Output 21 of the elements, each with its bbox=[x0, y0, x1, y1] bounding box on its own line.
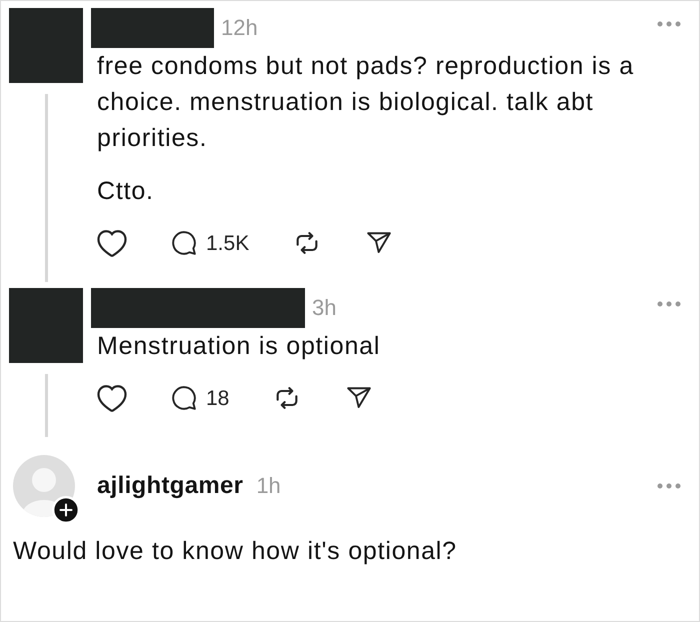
post-time: 3h bbox=[312, 297, 336, 319]
heart-icon[interactable] bbox=[97, 230, 127, 256]
send-icon[interactable] bbox=[345, 385, 374, 411]
comment-icon bbox=[171, 385, 197, 411]
more-icon[interactable] bbox=[657, 21, 681, 27]
heart-icon[interactable] bbox=[97, 384, 127, 412]
more-icon[interactable] bbox=[657, 301, 681, 307]
post-time: 1h bbox=[256, 475, 281, 497]
thread-line bbox=[44, 374, 48, 437]
post-text: Would love to know how it's optional? bbox=[13, 536, 458, 567]
post-text: Ctto. bbox=[97, 176, 155, 207]
send-icon[interactable] bbox=[365, 230, 394, 256]
post-time: 12h bbox=[221, 17, 258, 39]
post-text: free condoms but not pads? reproduction is a choice. menstruation is biological. talk abt priorities. bbox=[97, 51, 635, 154]
plus-badge-icon[interactable] bbox=[52, 496, 80, 524]
more-icon[interactable] bbox=[657, 483, 681, 489]
username[interactable]: ajlightgamer bbox=[97, 471, 244, 501]
reply-button[interactable]: 1.5K bbox=[171, 230, 250, 256]
comment-icon bbox=[171, 230, 197, 256]
post-text: Menstruation is optional bbox=[97, 331, 382, 362]
reply-button[interactable]: 18 bbox=[171, 385, 230, 411]
